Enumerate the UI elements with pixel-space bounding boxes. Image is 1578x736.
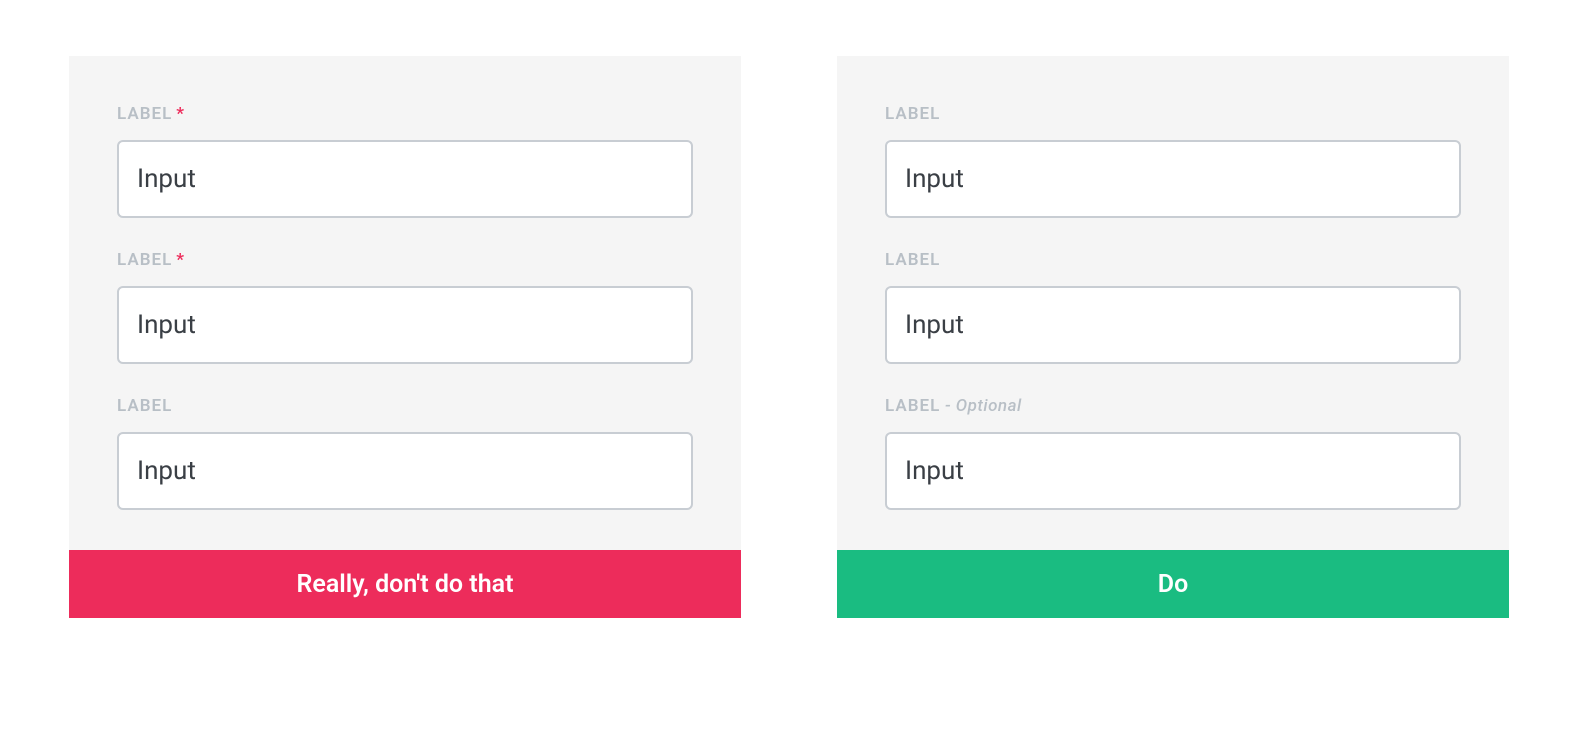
field-label: LABEL - Optional xyxy=(885,396,1461,416)
field-label: LABEL xyxy=(117,396,693,416)
label-text: LABEL xyxy=(885,104,940,124)
label-text: LABEL xyxy=(117,104,172,124)
text-input[interactable] xyxy=(117,286,693,364)
form-field: LABEL xyxy=(885,104,1461,218)
required-asterisk: * xyxy=(176,250,185,270)
form-field: LABEL* xyxy=(117,104,693,218)
text-input[interactable] xyxy=(885,286,1461,364)
form-area-do: LABEL LABEL LABEL - Optional xyxy=(837,56,1509,550)
dont-banner: Really, don't do that xyxy=(69,550,741,618)
field-label: LABEL* xyxy=(117,250,693,270)
label-text: LABEL xyxy=(885,396,940,416)
banner-text: Really, don't do that xyxy=(297,570,514,599)
form-field: LABEL - Optional xyxy=(885,396,1461,510)
form-field: LABEL* xyxy=(117,250,693,364)
form-area-dont: LABEL* LABEL* LABEL xyxy=(69,56,741,550)
text-input[interactable] xyxy=(117,432,693,510)
field-label: LABEL xyxy=(885,250,1461,270)
label-text: LABEL xyxy=(117,250,172,270)
text-input[interactable] xyxy=(885,432,1461,510)
form-field: LABEL xyxy=(117,396,693,510)
label-text: LABEL xyxy=(117,396,172,416)
label-text: LABEL xyxy=(885,250,940,270)
optional-suffix: - Optional xyxy=(940,396,1021,416)
text-input[interactable] xyxy=(885,140,1461,218)
text-input[interactable] xyxy=(117,140,693,218)
dont-panel: LABEL* LABEL* LABEL Really, don't do tha… xyxy=(69,56,741,618)
form-field: LABEL xyxy=(885,250,1461,364)
required-asterisk: * xyxy=(176,104,185,124)
do-panel: LABEL LABEL LABEL - Optional Do xyxy=(837,56,1509,618)
do-banner: Do xyxy=(837,550,1509,618)
field-label: LABEL* xyxy=(117,104,693,124)
banner-text: Do xyxy=(1158,570,1188,599)
field-label: LABEL xyxy=(885,104,1461,124)
